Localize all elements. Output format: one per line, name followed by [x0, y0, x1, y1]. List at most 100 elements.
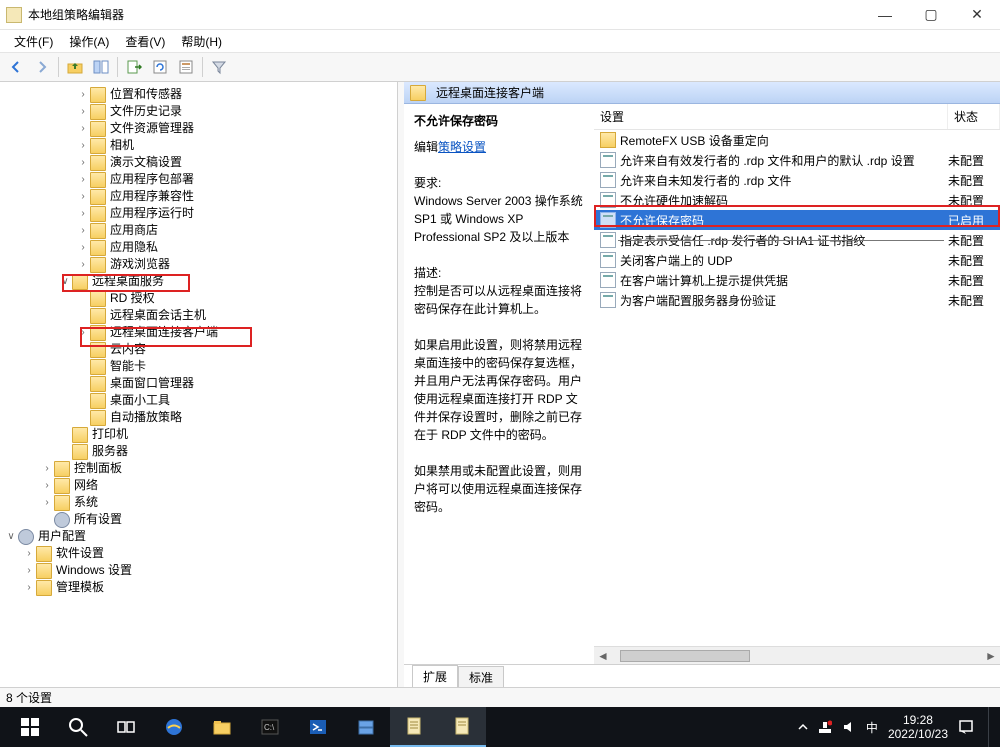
taskbar-server-manager[interactable]: [342, 707, 390, 747]
tree-item[interactable]: 桌面小工具: [0, 392, 397, 409]
up-button[interactable]: [63, 55, 87, 79]
taskview-button[interactable]: [102, 707, 150, 747]
taskbar-ie[interactable]: [150, 707, 198, 747]
show-desktop-button[interactable]: [988, 707, 994, 747]
settings-list[interactable]: 设置 状态 RemoteFX USB 设备重定向允许来自有效发行者的 .rdp …: [594, 104, 1000, 664]
tree-twist-icon[interactable]: ›: [22, 562, 36, 579]
menu-action[interactable]: 操作(A): [61, 31, 117, 52]
tree-item[interactable]: 桌面窗口管理器: [0, 375, 397, 392]
tree-item[interactable]: ›应用程序兼容性: [0, 188, 397, 205]
refresh-button[interactable]: [148, 55, 172, 79]
list-row[interactable]: 允许来自未知发行者的 .rdp 文件未配置: [594, 170, 1000, 190]
tree-twist-icon[interactable]: ›: [40, 460, 54, 477]
tree-item-rds[interactable]: ∨远程桌面服务: [0, 273, 397, 290]
tree-item[interactable]: ›网络: [0, 477, 397, 494]
col-setting-header[interactable]: 设置: [594, 104, 948, 129]
tree-item[interactable]: ›系统: [0, 494, 397, 511]
list-row[interactable]: 关闭客户端上的 UDP未配置: [594, 250, 1000, 270]
tree-twist-icon[interactable]: ›: [76, 154, 90, 171]
list-row[interactable]: 为客户端配置服务器身份验证未配置: [594, 290, 1000, 310]
tree-item[interactable]: ›游戏浏览器: [0, 256, 397, 273]
menu-file[interactable]: 文件(F): [6, 31, 61, 52]
edit-policy-link[interactable]: 策略设置: [438, 140, 486, 154]
tree-item-rdc-client[interactable]: ›远程桌面连接客户端: [0, 324, 397, 341]
tree-twist-icon[interactable]: ›: [76, 103, 90, 120]
volume-icon[interactable]: [842, 720, 856, 734]
back-button[interactable]: [4, 55, 28, 79]
col-state-header[interactable]: 状态: [948, 104, 1000, 129]
scroll-right-icon[interactable]: ►: [982, 647, 1000, 665]
tree-item[interactable]: ›应用商店: [0, 222, 397, 239]
tree-twist-icon[interactable]: ∨: [58, 273, 72, 290]
list-row-selected[interactable]: 不允许保存密码已启用: [594, 210, 1000, 230]
scroll-thumb[interactable]: [620, 650, 750, 662]
list-row[interactable]: 不允许硬件加速解码未配置: [594, 190, 1000, 210]
tree-item-user-config[interactable]: ∨用户配置: [0, 528, 397, 545]
tree-twist-icon[interactable]: ›: [76, 86, 90, 103]
tree-item[interactable]: ›应用隐私: [0, 239, 397, 256]
tree-item[interactable]: ›Windows 设置: [0, 562, 397, 579]
tree-twist-icon[interactable]: ›: [76, 222, 90, 239]
taskbar-gpedit[interactable]: [390, 707, 438, 747]
menu-help[interactable]: 帮助(H): [173, 31, 230, 52]
search-button[interactable]: [54, 707, 102, 747]
list-row[interactable]: 指定表示受信任 .rdp 发行者的 SHA1 证书指纹未配置: [594, 230, 1000, 250]
tree-item[interactable]: ›管理模板: [0, 579, 397, 596]
tree-item[interactable]: 打印机: [0, 426, 397, 443]
tree-twist-icon[interactable]: ›: [76, 256, 90, 273]
tree-twist-icon[interactable]: ›: [76, 324, 90, 341]
properties-button[interactable]: [174, 55, 198, 79]
tab-extended[interactable]: 扩展: [412, 665, 458, 687]
filter-button[interactable]: [207, 55, 231, 79]
tree-twist-icon[interactable]: ›: [76, 239, 90, 256]
clock[interactable]: 19:28 2022/10/23: [888, 713, 948, 742]
tree-twist-icon[interactable]: ›: [40, 477, 54, 494]
show-hide-tree-button[interactable]: [89, 55, 113, 79]
list-row[interactable]: RemoteFX USB 设备重定向: [594, 130, 1000, 150]
tree-item[interactable]: 智能卡: [0, 358, 397, 375]
tree-item[interactable]: ›应用程序包部署: [0, 171, 397, 188]
tree-item[interactable]: ›应用程序运行时: [0, 205, 397, 222]
scroll-left-icon[interactable]: ◄: [594, 647, 612, 665]
tree-item[interactable]: ›文件资源管理器: [0, 120, 397, 137]
tree-item[interactable]: 远程桌面会话主机: [0, 307, 397, 324]
maximize-button[interactable]: ▢: [908, 0, 954, 29]
ime-indicator[interactable]: 中: [866, 719, 878, 736]
tree-item[interactable]: ›位置和传感器: [0, 86, 397, 103]
network-icon[interactable]: [818, 720, 832, 734]
notifications-icon[interactable]: [958, 719, 974, 735]
list-row[interactable]: 允许来自有效发行者的 .rdp 文件和用户的默认 .rdp 设置未配置: [594, 150, 1000, 170]
tree-twist-icon[interactable]: ∨: [4, 528, 18, 545]
tree-twist-icon[interactable]: ›: [22, 579, 36, 596]
tree-twist-icon[interactable]: ›: [76, 205, 90, 222]
tree-pane[interactable]: ›位置和传感器›文件历史记录›文件资源管理器›相机›演示文稿设置›应用程序包部署…: [0, 82, 398, 687]
taskbar-powershell[interactable]: [294, 707, 342, 747]
forward-button[interactable]: [30, 55, 54, 79]
tree-item[interactable]: 自动播放策略: [0, 409, 397, 426]
tree-twist-icon[interactable]: ›: [76, 137, 90, 154]
tree-item[interactable]: 云内容: [0, 341, 397, 358]
tray-chevron-up-icon[interactable]: [798, 722, 808, 732]
tree-item[interactable]: ›软件设置: [0, 545, 397, 562]
tree-item[interactable]: ›相机: [0, 137, 397, 154]
menu-view[interactable]: 查看(V): [117, 31, 173, 52]
close-button[interactable]: ✕: [954, 0, 1000, 29]
taskbar-cmd[interactable]: C:\: [246, 707, 294, 747]
taskbar-running-2[interactable]: [438, 707, 486, 747]
tree-item[interactable]: RD 授权: [0, 290, 397, 307]
tree-item[interactable]: ›文件历史记录: [0, 103, 397, 120]
tree-twist-icon[interactable]: ›: [76, 120, 90, 137]
tree-twist-icon[interactable]: ›: [40, 494, 54, 511]
horizontal-scrollbar[interactable]: ◄ ►: [594, 646, 1000, 664]
export-button[interactable]: [122, 55, 146, 79]
tree-item[interactable]: ›控制面板: [0, 460, 397, 477]
tab-standard[interactable]: 标准: [458, 666, 504, 687]
tree-item[interactable]: ›演示文稿设置: [0, 154, 397, 171]
tree-item[interactable]: 服务器: [0, 443, 397, 460]
tree-twist-icon[interactable]: ›: [22, 545, 36, 562]
taskbar-explorer[interactable]: [198, 707, 246, 747]
tree-item[interactable]: 所有设置: [0, 511, 397, 528]
tree-twist-icon[interactable]: ›: [76, 188, 90, 205]
list-row[interactable]: 在客户端计算机上提示提供凭据未配置: [594, 270, 1000, 290]
minimize-button[interactable]: —: [862, 0, 908, 29]
